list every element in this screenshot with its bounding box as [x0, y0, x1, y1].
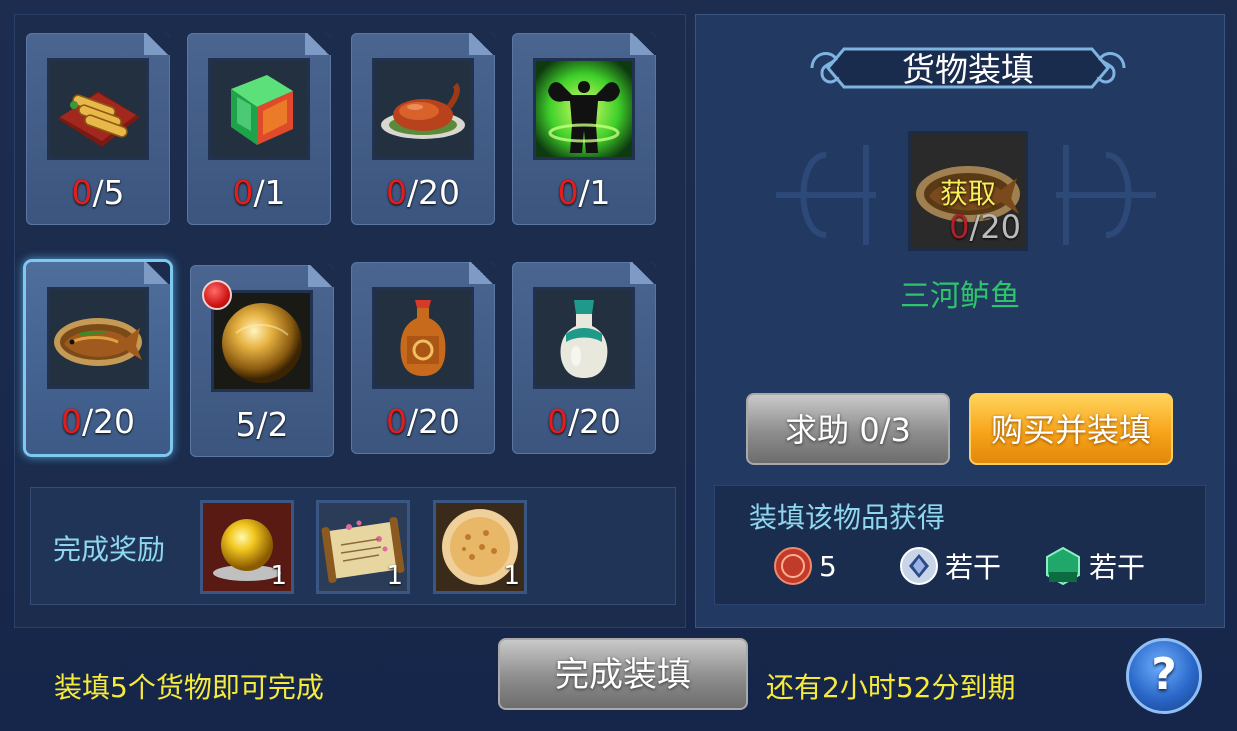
cargo-card-6[interactable]: 5/2 [190, 265, 334, 457]
red-vase-icon [372, 287, 474, 389]
muscle-buff-icon [533, 58, 635, 160]
cargo-card-1[interactable]: 0/5 [26, 33, 170, 225]
cargo-count: 5/2 [235, 405, 289, 444]
jade-bottle-icon [533, 287, 635, 389]
gain-item-exp: 若干 [1043, 544, 1145, 588]
acquire-link[interactable]: 获取 [911, 172, 1025, 212]
cargo-card-7[interactable]: 0/20 [351, 262, 495, 454]
help-icon[interactable]: ? [1126, 638, 1202, 714]
title-banner: 货物装填 [808, 35, 1128, 101]
panel-title: 货物装填 [902, 50, 1034, 89]
selected-item-count: 0/20 [949, 208, 1021, 246]
selected-item-slot[interactable]: 获取 0/20 [908, 131, 1028, 251]
notification-dot-icon [202, 280, 232, 310]
silver-diamond-icon [900, 547, 938, 585]
reward-item-3[interactable]: 1 [433, 500, 527, 594]
copper-coin-icon [774, 547, 812, 585]
buy-and-load-button[interactable]: 购买并装填 [969, 393, 1173, 465]
reward-item-1[interactable]: 1 [200, 500, 294, 594]
jade-cube-icon [208, 58, 310, 160]
completion-hint: 装填5个货物即可完成 [54, 671, 324, 704]
cargo-card-4[interactable]: 0/1 [512, 33, 656, 225]
cargo-count: 0/20 [546, 402, 622, 441]
reward-item-2[interactable]: 1 [316, 500, 410, 594]
roast-duck-icon [372, 58, 474, 160]
gain-item-silver: 若干 [899, 544, 1001, 588]
request-help-button[interactable]: 求助 0/3 [746, 393, 950, 465]
reward-label: 完成奖励 [53, 533, 166, 566]
cargo-card-3[interactable]: 0/20 [351, 33, 495, 225]
cargo-detail-panel: 货物装填 获取 0/20 三河鲈鱼 求助 0/3 购买并装填 装填该物品获得 5 [695, 14, 1225, 628]
spring-rolls-plate-icon [47, 58, 149, 160]
complete-loading-button[interactable]: 完成装填 [498, 638, 748, 710]
exp-badge-icon [1046, 546, 1080, 586]
cargo-loading-screen: 0/5 0/1 0/20 0/1 0/20 5/2 0/20 0/20 完成奖励… [0, 0, 1237, 731]
cargo-count: 0/20 [60, 402, 136, 441]
gain-item-coin: 5 [773, 544, 837, 588]
cargo-count: 0/1 [232, 173, 286, 212]
cargo-card-8[interactable]: 0/20 [512, 262, 656, 454]
cargo-card-5[interactable]: 0/20 [26, 262, 170, 454]
cargo-card-2[interactable]: 0/1 [187, 33, 331, 225]
selected-item-name: 三河鲈鱼 [900, 279, 1020, 314]
cargo-count: 0/5 [71, 173, 125, 212]
cargo-count: 0/20 [385, 173, 461, 212]
completion-reward-bar: 完成奖励 1 1 1 [30, 487, 676, 605]
cargo-count: 0/20 [385, 402, 461, 441]
gain-title: 装填该物品获得 [749, 501, 946, 534]
braised-fish-icon [47, 287, 149, 389]
expiry-timer: 还有2小时52分到期 [766, 671, 1016, 704]
load-gain-box: 装填该物品获得 5 若干 若干 [714, 485, 1206, 605]
cargo-count: 0/1 [557, 173, 611, 212]
